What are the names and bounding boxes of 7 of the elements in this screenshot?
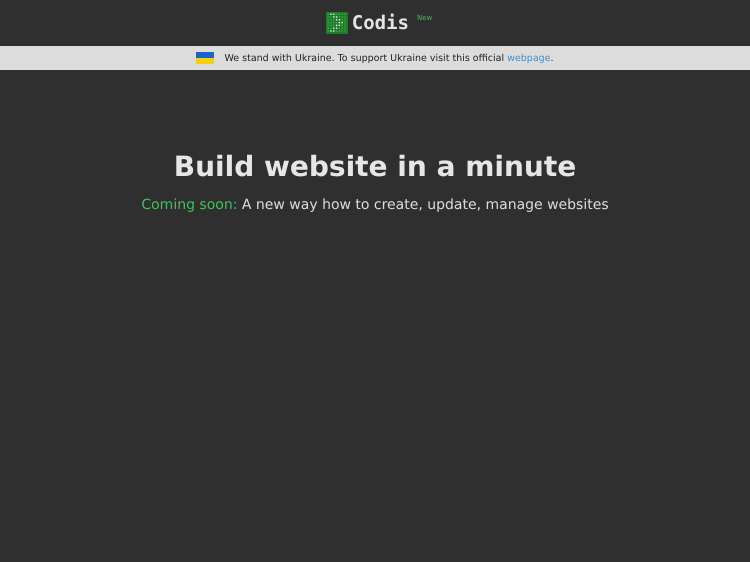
subtitle: Coming soon: A new way how to create, update, manage websites	[140, 197, 610, 213]
notice-text: We stand with Ukraine. To support Ukraine visit this official webpage.	[224, 52, 554, 64]
flag-icon	[196, 52, 214, 64]
webpage-link[interactable]: webpage	[507, 52, 551, 64]
logo-icon	[326, 12, 348, 34]
headline: Build website in a minute	[174, 150, 576, 183]
logo-text: Codis	[352, 12, 409, 34]
